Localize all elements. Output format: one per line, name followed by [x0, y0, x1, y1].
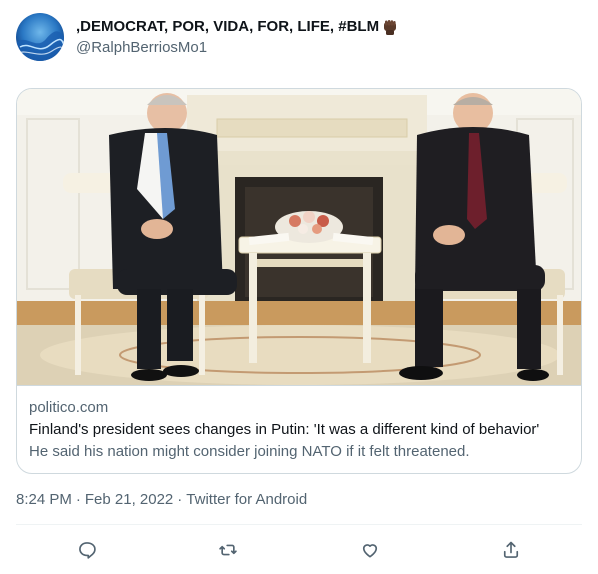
author-display-name[interactable]: ,DEMOCRAT, POR, VIDA, FOR, LIFE, #BLM	[76, 17, 379, 37]
tweet-source[interactable]: Twitter for Android	[186, 490, 307, 510]
card-body[interactable]: politico.com Finland's president sees ch…	[17, 385, 581, 473]
retweet-button[interactable]	[208, 530, 248, 570]
heart-icon	[362, 544, 377, 558]
author-names: ,DEMOCRAT, POR, VIDA, FOR, LIFE, #BLM @R…	[76, 17, 399, 58]
tweet-date[interactable]: Feb 21, 2022	[85, 490, 173, 510]
card-domain: politico.com	[29, 399, 109, 416]
tweet: ,DEMOCRAT, POR, VIDA, FOR, LIFE, #BLM @R…	[0, 0, 598, 574]
card-image[interactable]	[17, 89, 581, 385]
meta-separator: ·	[75, 491, 81, 508]
avatar[interactable]	[16, 13, 64, 61]
raised-fist-icon	[381, 18, 399, 36]
card-title: Finland's president sees changes in Puti…	[29, 421, 540, 438]
like-button[interactable]	[350, 530, 390, 570]
author-handle[interactable]: @RalphBerriosMo1	[76, 38, 399, 58]
share-icon	[504, 541, 519, 558]
author-display-name-row[interactable]: ,DEMOCRAT, POR, VIDA, FOR, LIFE, #BLM	[76, 17, 399, 37]
tweet-header: ,DEMOCRAT, POR, VIDA, FOR, LIFE, #BLM @R…	[16, 12, 399, 62]
reply-icon	[78, 542, 96, 559]
tweet-actions	[16, 526, 582, 574]
card-description: He said his nation might consider joinin…	[29, 443, 470, 460]
reply-button[interactable]	[67, 530, 107, 570]
retweet-icon	[219, 544, 237, 556]
tweet-meta: 8:24 PM · Feb 21, 2022 · Twitter for And…	[16, 490, 307, 510]
share-button[interactable]	[491, 530, 531, 570]
meta-separator: ·	[177, 491, 183, 508]
tweet-time[interactable]: 8:24 PM	[16, 490, 72, 510]
divider	[16, 524, 582, 525]
link-preview-card[interactable]: politico.com Finland's president sees ch…	[16, 88, 582, 474]
